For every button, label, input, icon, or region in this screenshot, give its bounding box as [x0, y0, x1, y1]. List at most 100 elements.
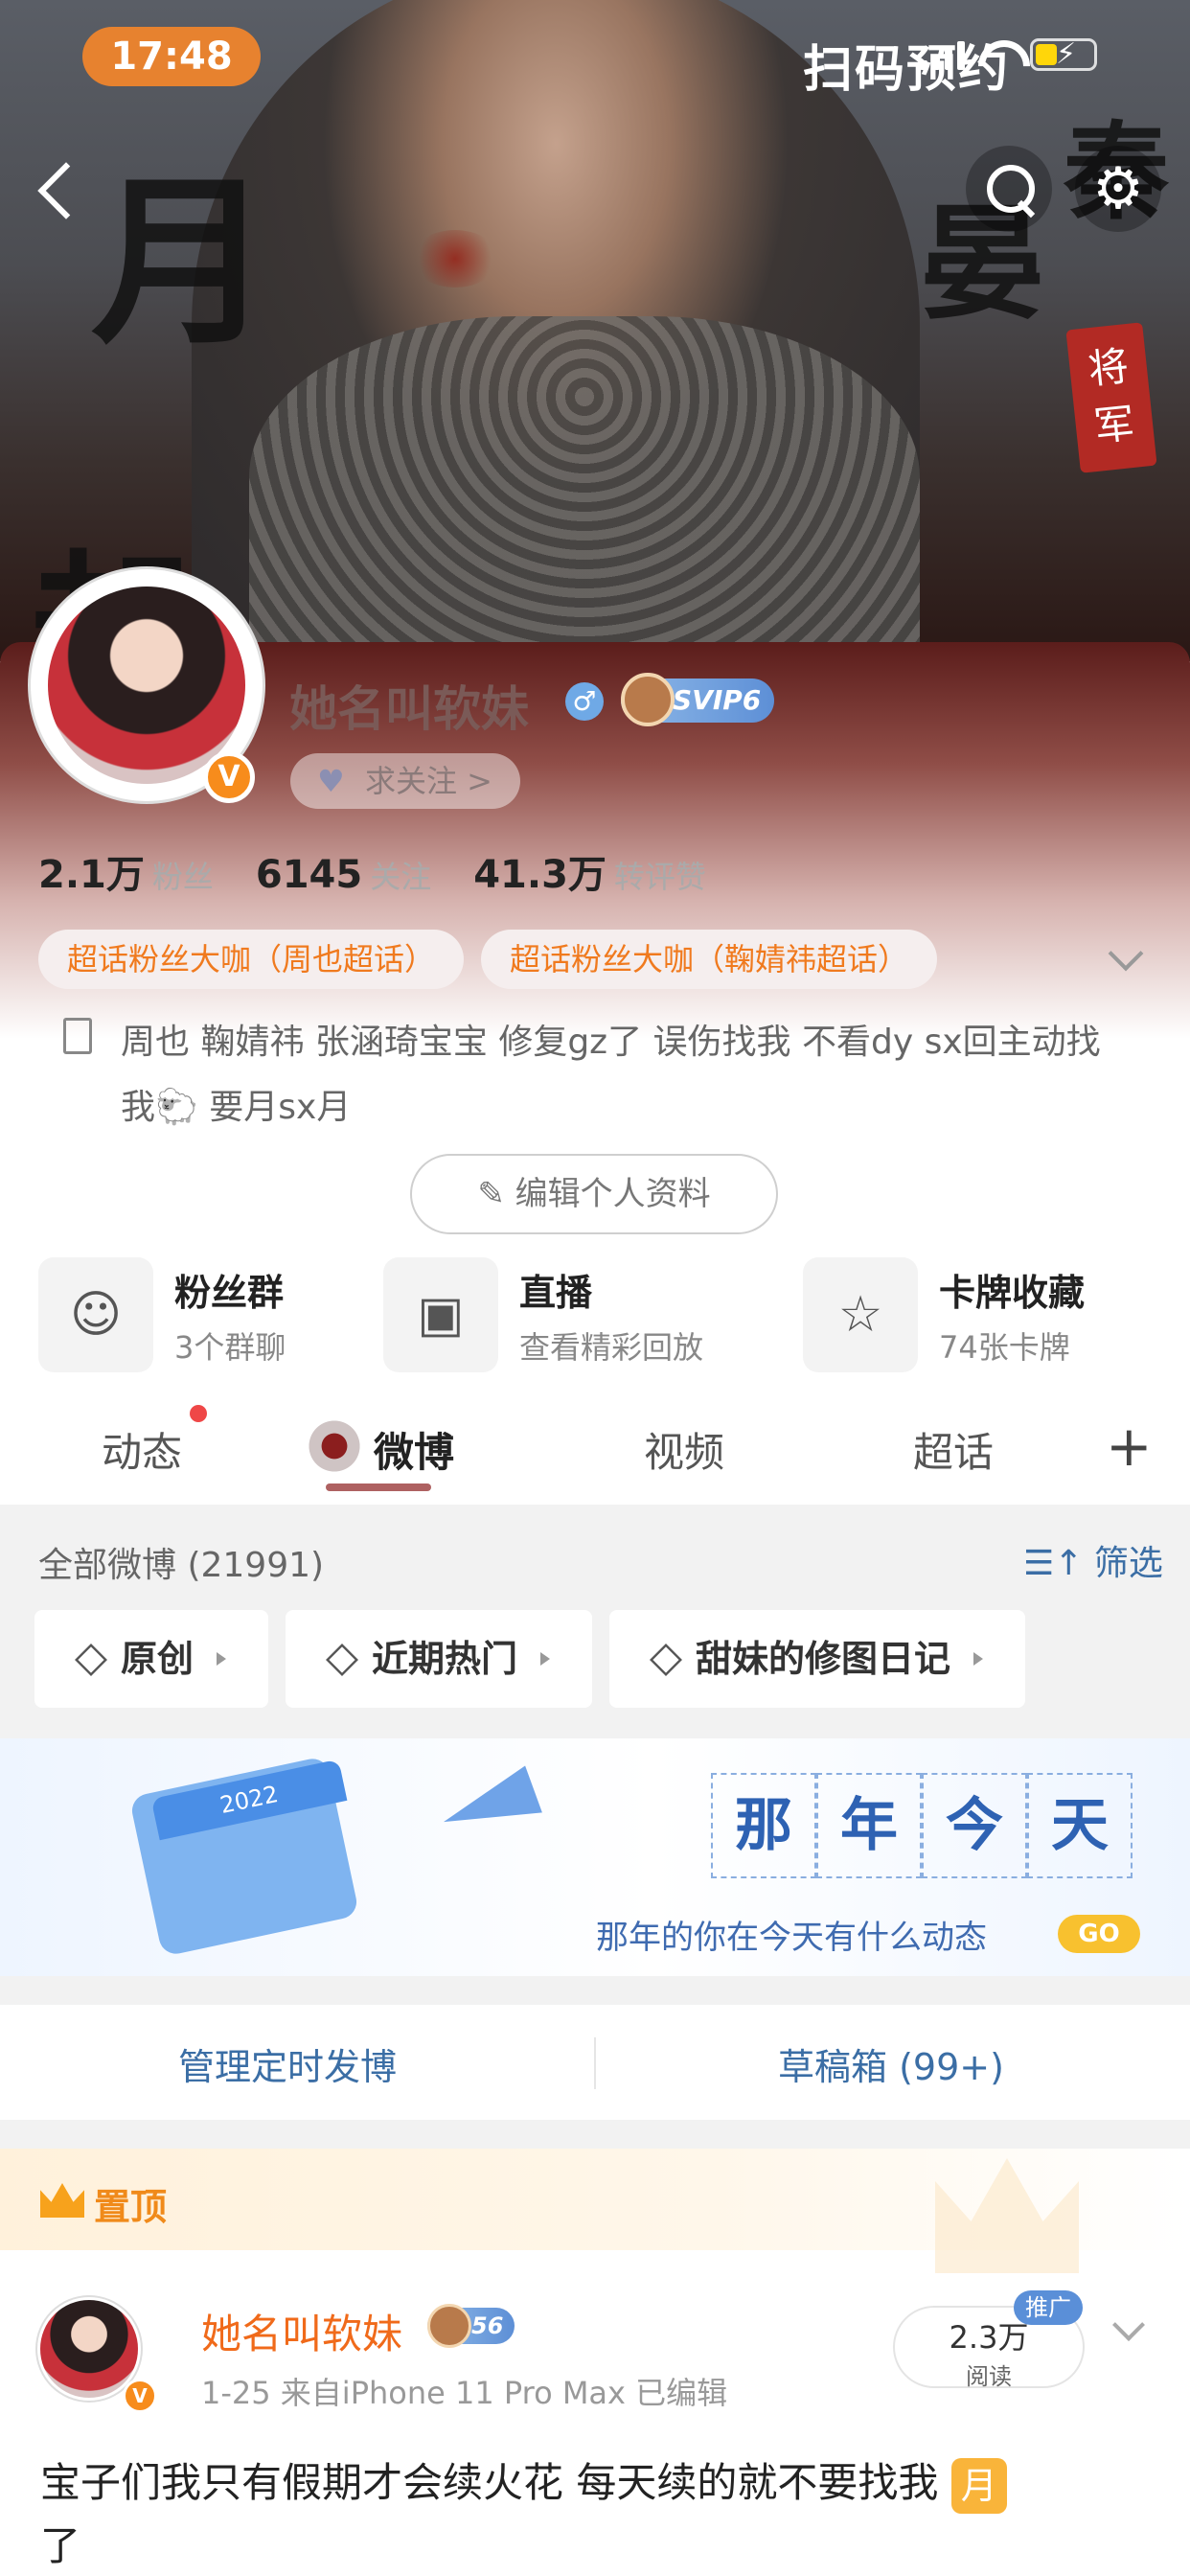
- stat-value: 2.1万: [38, 853, 145, 897]
- all-posts-count: 全部微博 (21991): [38, 1546, 325, 1585]
- cover-blood-mark: [412, 230, 498, 288]
- caret-right-icon: [217, 1652, 227, 1666]
- manage-bar: 管理定时发博 草稿箱 (99+): [0, 2005, 1190, 2120]
- drafts-button[interactable]: 草稿箱 (99+): [778, 2037, 1004, 2090]
- filter-icon: ☰↑: [1023, 1544, 1094, 1583]
- document-icon: [63, 1018, 92, 1054]
- stat-value: 6145: [255, 853, 363, 897]
- add-tab-button[interactable]: +: [1106, 1418, 1153, 1474]
- chip-trending[interactable]: 近期热门: [286, 1610, 593, 1708]
- bio-text: 周也 鞠婧祎 张涵琦宝宝 修复gz了 误伤找我 不看dy sx回主动找我🐑 要月…: [121, 1023, 1101, 1127]
- filter-button[interactable]: ☰↑ 筛选: [1023, 1535, 1163, 1585]
- tab-decoration-icon: [305, 1416, 364, 1476]
- quick-link-live[interactable]: ▣ 直播查看精彩回放: [383, 1257, 703, 1372]
- stat-fans[interactable]: 2.1万 粉丝: [38, 843, 214, 899]
- memory-title: 那 年 今 天: [711, 1773, 1133, 1878]
- filter-label: 筛选: [1093, 1544, 1163, 1583]
- post-author[interactable]: 她名叫软妹: [201, 2302, 402, 2360]
- cake-icon: [427, 2304, 471, 2348]
- status-icons: ⚡: [920, 37, 1097, 71]
- quick-link-cards[interactable]: ☆ 卡牌收藏 74张卡牌: [803, 1257, 1085, 1372]
- profile-stats: 2.1万 粉丝 6145 关注 41.3万 转评赞: [38, 843, 706, 899]
- cover-calligraphy-1: 月: [91, 155, 274, 369]
- chevron-down-icon[interactable]: [1112, 2309, 1145, 2341]
- signal-icon: [920, 39, 965, 70]
- quick-link-fans-group[interactable]: ☺ 粉丝群 3个群聊: [38, 1257, 286, 1372]
- layers-icon: [648, 1644, 678, 1674]
- post-text-tail: 了: [40, 2522, 81, 2569]
- quick-link-sub: 查看精彩回放: [519, 1328, 704, 1366]
- wifi-icon: [978, 40, 1017, 69]
- active-tab-indicator: [326, 1484, 431, 1491]
- tab-supertopic[interactable]: 超话: [913, 1420, 994, 1479]
- layers-icon: [324, 1644, 355, 1674]
- post-avatar[interactable]: [40, 2300, 138, 2398]
- promote-badge[interactable]: 推广: [1014, 2290, 1083, 2325]
- bio: 周也 鞠婧祎 张涵琦宝宝 修复gz了 误伤找我 不看dy sx回主动找我🐑 要月…: [63, 1010, 1117, 1140]
- quick-link-title: 粉丝群: [174, 1271, 285, 1314]
- quick-link-title: 直播: [519, 1271, 593, 1314]
- notification-dot: [190, 1405, 207, 1422]
- gear-icon: ⚙: [1092, 155, 1144, 222]
- profile-tabs: 动态 微博 视频 超话: [0, 1399, 1190, 1505]
- fans-group-icon: ☺: [38, 1257, 153, 1372]
- stat-label: 粉丝: [151, 859, 214, 895]
- supertopic-tag[interactable]: 超话粉丝大咖（鞠婧祎超话）: [481, 930, 938, 989]
- chip-label: 近期热门: [372, 1638, 518, 1680]
- edit-profile-button[interactable]: ✎ 编辑个人资料: [410, 1154, 778, 1234]
- stat-label: 关注: [370, 859, 432, 895]
- profile-cover-image: 月 秦 晏 却 将军 扫码预约: [0, 0, 1190, 661]
- caret-right-icon: [540, 1652, 551, 1666]
- layers-icon: [73, 1644, 103, 1674]
- verified-badge: V: [123, 2379, 157, 2413]
- pin-label: 置顶: [94, 2186, 168, 2228]
- chip-diary[interactable]: 甜妹的修图日记: [609, 1610, 1026, 1708]
- status-time: 17:48: [82, 27, 261, 86]
- memory-subtitle: 那年的你在今天有什么动态: [596, 1919, 987, 1957]
- tab-weibo[interactable]: 微博: [374, 1420, 454, 1479]
- verified-badge: V: [203, 751, 255, 803]
- quick-link-sub: 74张卡牌: [939, 1328, 1070, 1366]
- divider: [594, 2037, 596, 2089]
- memory-title-char: 天: [1027, 1773, 1133, 1878]
- memory-banner[interactable]: 2022 那 年 今 天 那年的你在今天有什么动态 GO: [0, 1738, 1190, 1976]
- stat-interactions[interactable]: 41.3万 转评赞: [473, 843, 706, 899]
- memory-title-char: 今: [922, 1773, 1027, 1878]
- chip-label: 原创: [121, 1638, 195, 1680]
- live-icon: ▣: [383, 1257, 498, 1372]
- post-text: 宝子们我只有假期才会续火花 每天续的就不要找我 月了: [40, 2451, 1142, 2576]
- memory-title-char: 那: [711, 1773, 816, 1878]
- post-filter-chips: 原创 近期热门 甜妹的修图日记: [34, 1610, 1026, 1708]
- stat-following[interactable]: 6145 关注: [256, 853, 431, 897]
- post-text-body: 宝子们我只有假期才会续火花 每天续的就不要找我: [40, 2459, 939, 2506]
- back-button[interactable]: [13, 146, 100, 232]
- chip-label: 甜妹的修图日记: [696, 1638, 951, 1680]
- card-icon: ☆: [803, 1257, 918, 1372]
- quick-link-sub: 3个群聊: [174, 1328, 286, 1366]
- post-meta: 1-25 来自iPhone 11 Pro Max 已编辑: [201, 2375, 728, 2411]
- level-label: 56: [471, 2312, 504, 2339]
- pinned-post[interactable]: 置顶 V 她名叫软妹 56 1-25 来自iPhone 11 Pro Max 已…: [0, 2149, 1190, 2576]
- supertopic-tag[interactable]: 超话粉丝大咖（周也超话）: [38, 930, 465, 989]
- settings-button[interactable]: ⚙: [1075, 146, 1161, 232]
- moon-emoji-icon: 月: [950, 2457, 1007, 2514]
- stat-value: 41.3万: [473, 853, 606, 897]
- tab-video[interactable]: 视频: [644, 1420, 724, 1479]
- reads-label: 阅读: [966, 2363, 1012, 2390]
- scheduled-posts-button[interactable]: 管理定时发博: [178, 2037, 397, 2090]
- supertopic-tags: 超话粉丝大咖（周也超话） 超话粉丝大咖（鞠婧祎超话）: [38, 930, 938, 989]
- caret-right-icon: [973, 1652, 984, 1666]
- cover-armor: [249, 316, 920, 661]
- search-button[interactable]: [966, 146, 1052, 232]
- chip-original[interactable]: 原创: [34, 1610, 269, 1708]
- svip-badge[interactable]: SVIP6: [621, 673, 775, 726]
- cake-icon: [621, 673, 675, 726]
- follow-request-button[interactable]: ♥ 求关注 >: [290, 753, 520, 809]
- quick-link-title: 卡牌收藏: [939, 1271, 1086, 1314]
- svip-label: SVIP6: [673, 684, 762, 716]
- follow-label: 求关注 >: [365, 763, 492, 799]
- tab-activity[interactable]: 动态: [102, 1420, 182, 1479]
- go-button[interactable]: GO: [1058, 1915, 1140, 1953]
- username: 她名叫软妹: [289, 681, 529, 737]
- stat-label: 转评赞: [613, 859, 706, 895]
